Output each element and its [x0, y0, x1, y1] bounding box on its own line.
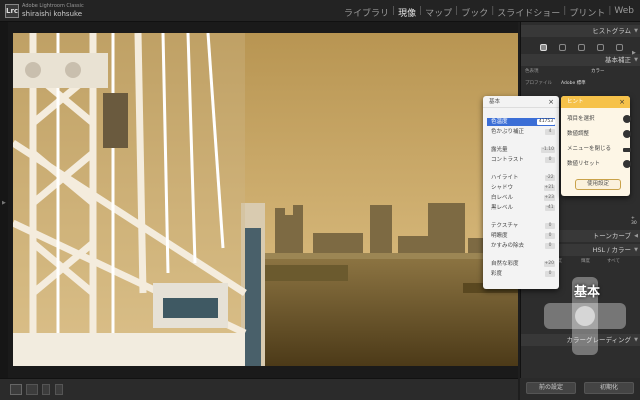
edit-sliders-icon[interactable] [539, 43, 547, 51]
controller-label: 基本 [574, 285, 601, 300]
treatment-label: 色表現 [525, 69, 539, 74]
basic-row-exposure[interactable]: 露光量 -1.10 [487, 146, 555, 154]
dropdown-icon[interactable] [42, 384, 50, 395]
user-name: shiraishi kohsuke [22, 10, 83, 18]
reset-button[interactable]: 初期化 [584, 382, 634, 394]
module-book[interactable]: ブック [461, 6, 488, 19]
basic-popup: 基本 × 色温度 41753 色かぶり補正 4 露光量 -1.10 コントラスト 0 ハイ… [483, 96, 559, 289]
module-slideshow[interactable]: スライドショー [497, 6, 560, 19]
before-after-icon[interactable] [26, 384, 38, 395]
loupe-view-icon[interactable] [10, 384, 22, 395]
basic-row-highlights[interactable]: ハイライト -22 [487, 174, 555, 182]
profile-value[interactable]: Adobe 標準 [561, 80, 586, 86]
module-map[interactable]: マップ [425, 6, 452, 19]
basic-row-vibrance[interactable]: 自然な彩度 +20 [487, 260, 555, 268]
histogram-header[interactable]: ヒストグラム ▼ [521, 25, 640, 37]
basic-row-clarity[interactable]: 明瞭度 0 [487, 232, 555, 240]
close-icon[interactable]: × [619, 96, 625, 108]
basic-row-contrast[interactable]: コントラスト 0 [487, 156, 555, 164]
crop-icon[interactable] [558, 43, 566, 51]
reset-knob-icon [623, 160, 631, 168]
expand-left-icon[interactable]: ▶ [2, 200, 6, 206]
photo-preview[interactable] [13, 33, 518, 366]
basic-row-blacks[interactable]: 黒レベル -41 [487, 204, 555, 212]
hint-row-select: 項目を選択 [567, 114, 631, 124]
module-web[interactable]: Web [614, 6, 634, 19]
app-name: Adobe Lightroom Classic [22, 3, 84, 9]
top-bar: Lrc Adobe Lightroom Classic shiraishi ko… [0, 0, 640, 22]
basic-panel-header[interactable]: 基本補正 ▼ [521, 54, 640, 66]
basic-row-tint[interactable]: 色かぶり補正 4 [487, 128, 555, 136]
red-eye-icon[interactable] [596, 43, 604, 51]
controller-overlay: 基本 [544, 277, 626, 355]
hint-popup-title: ヒント × [561, 96, 630, 108]
treatment-color[interactable]: カラー [591, 68, 605, 74]
lightroom-logo-icon: Lrc [5, 4, 19, 18]
bottom-toolbar [0, 378, 518, 400]
hint-row-adjust: 数値調整 [567, 129, 631, 139]
masking-icon[interactable] [615, 43, 623, 51]
basic-row-temperature[interactable]: 色温度 41753 [487, 118, 555, 126]
slider-value: + 30 [631, 216, 637, 226]
photo-image [13, 33, 518, 366]
basic-row-whites[interactable]: 白レベル +23 [487, 194, 555, 202]
basic-row-texture[interactable]: テクスチャ 0 [487, 222, 555, 230]
close-icon[interactable]: × [548, 96, 554, 108]
right-panel-footer: 前の設定 初期化 [520, 378, 640, 400]
module-develop[interactable]: 現像 [398, 6, 416, 19]
bar-icon [623, 148, 631, 152]
knob-icon [623, 130, 631, 138]
dial-icon [623, 115, 631, 123]
left-panel-collapsed[interactable]: ▶ [0, 22, 8, 378]
hint-popup: ヒント × 項目を選択 数値調整 メニューを閉じる 数値リセット 使用設定 [561, 96, 631, 196]
module-picker: ライブラリ | 現像 | マップ | ブック | スライドショー | プリント | Web [344, 6, 634, 19]
basic-popup-title: 基本 × [483, 96, 559, 108]
hsl-tab-luminance[interactable]: 輝度 [581, 258, 590, 264]
settings-button[interactable]: 使用設定 [575, 179, 621, 190]
previous-button[interactable]: 前の設定 [526, 382, 576, 394]
profile-label: プロファイル [525, 81, 552, 86]
hint-row-close: メニューを閉じる [567, 144, 631, 154]
hint-row-reset: 数値リセット [567, 159, 631, 169]
module-library[interactable]: ライブラリ [344, 6, 389, 19]
module-print[interactable]: プリント [569, 6, 605, 19]
develop-tools [521, 40, 640, 54]
hsl-tab-all[interactable]: すべて [607, 258, 620, 264]
basic-row-dehaze[interactable]: かすみの除去 0 [487, 242, 555, 250]
soft-proof-icon[interactable] [55, 384, 63, 395]
healing-icon[interactable] [577, 43, 585, 51]
collapse-right-icon[interactable]: ▶ [632, 50, 636, 56]
basic-row-shadows[interactable]: シャドウ +21 [487, 184, 555, 192]
